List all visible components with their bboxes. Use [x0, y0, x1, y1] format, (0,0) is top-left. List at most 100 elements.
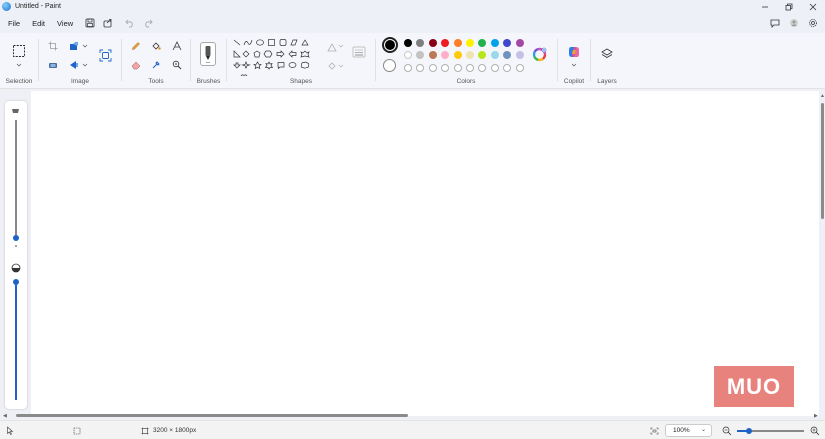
color-swatch[interactable] [466, 51, 474, 59]
save-button[interactable] [81, 15, 99, 31]
color-swatch[interactable] [428, 39, 437, 47]
size-slider-track[interactable] [15, 120, 17, 237]
background-removal-button[interactable] [46, 58, 60, 72]
color-swatch[interactable] [441, 39, 450, 47]
copilot-dropdown[interactable] [571, 62, 577, 68]
custom-color-slot[interactable] [404, 64, 412, 72]
oval-callout-shape-icon [288, 62, 297, 68]
custom-color-slot[interactable] [478, 64, 487, 72]
copilot-label: Copilot [563, 78, 585, 85]
color-picker-button[interactable] [149, 58, 163, 72]
custom-color-slot[interactable] [515, 64, 524, 72]
custom-color-slot[interactable] [428, 64, 437, 72]
resize-button[interactable] [67, 39, 81, 53]
color-swatch[interactable] [490, 39, 499, 47]
zoom-level-select[interactable]: 100% ⌄ [665, 424, 712, 437]
zoom-out-button[interactable] [722, 421, 732, 439]
horizontal-scroll-thumb[interactable] [16, 414, 408, 417]
shape-fill-button[interactable] [325, 59, 339, 73]
color-swatch[interactable] [453, 39, 462, 47]
zoom-slider-thumb[interactable] [746, 428, 752, 434]
zoom-slider[interactable] [737, 428, 804, 434]
color-swatch[interactable] [515, 51, 524, 59]
selection-size [73, 421, 81, 439]
feedback-icon [770, 19, 780, 28]
shape-outline-button[interactable] [325, 41, 339, 55]
secondary-color-swatch[interactable] [383, 59, 396, 72]
vertical-scroll-thumb[interactable] [821, 103, 824, 219]
selection-dropdown[interactable] [16, 62, 22, 68]
redo-button[interactable] [139, 15, 157, 31]
feedback-button[interactable] [767, 15, 783, 31]
line-shape-icon [233, 39, 241, 46]
eraser-button[interactable] [129, 58, 143, 72]
custom-color-slot[interactable] [441, 64, 450, 72]
scroll-left-icon[interactable]: ◀ [3, 413, 7, 419]
custom-color-slot[interactable] [416, 64, 425, 72]
undo-button[interactable] [121, 15, 139, 31]
color-swatch[interactable] [428, 51, 437, 59]
color-swatch[interactable] [404, 51, 412, 59]
color-swatch[interactable] [404, 39, 412, 47]
custom-color-slot[interactable] [490, 64, 499, 72]
shape-size-button[interactable] [351, 45, 367, 59]
zoom-in-button[interactable] [810, 421, 820, 439]
size-slider-thumb[interactable] [13, 235, 19, 241]
scroll-up-icon[interactable]: ▲ [820, 93, 825, 99]
share-button[interactable] [99, 15, 117, 31]
restore-button[interactable] [777, 0, 801, 13]
gear-icon [809, 19, 817, 27]
rounded-rectangle-shape-icon [279, 39, 287, 46]
account-button[interactable] [786, 15, 802, 31]
outline-dropdown[interactable] [338, 43, 344, 49]
rotate-button[interactable] [67, 58, 81, 72]
resize-dropdown[interactable] [82, 43, 88, 49]
layers-button[interactable] [600, 47, 614, 61]
scroll-right-icon[interactable]: ▶ [814, 413, 818, 419]
horizontal-scrollbar[interactable]: ◀ ▶ [0, 412, 825, 420]
shapes-gallery[interactable] [233, 39, 315, 77]
fill-dropdown[interactable] [338, 63, 344, 69]
edit-colors-button[interactable] [533, 47, 547, 61]
text-icon [172, 41, 182, 51]
selection-button[interactable] [11, 43, 27, 59]
selection-size-icon [73, 427, 81, 434]
color-swatch[interactable] [503, 51, 512, 59]
drawing-canvas[interactable] [31, 91, 819, 416]
restore-icon [785, 3, 793, 10]
pencil-button[interactable] [129, 39, 143, 53]
color-swatch[interactable] [453, 51, 462, 59]
color-swatch[interactable] [441, 51, 450, 59]
crop-button[interactable] [46, 39, 60, 53]
color-swatch[interactable] [478, 51, 487, 59]
magnifier-button[interactable] [170, 58, 184, 72]
color-swatch[interactable] [416, 51, 425, 59]
settings-button[interactable] [805, 15, 821, 31]
color-swatch[interactable] [416, 39, 425, 47]
text-button[interactable] [170, 39, 184, 53]
brushes-button[interactable] [200, 42, 216, 66]
color-swatch[interactable] [466, 39, 474, 47]
color-swatch[interactable] [478, 39, 487, 47]
menu-view[interactable]: View [51, 19, 79, 28]
color-swatch[interactable] [503, 39, 512, 47]
minimize-icon [762, 6, 768, 7]
menu-file[interactable]: File [2, 19, 26, 28]
minimize-button[interactable] [753, 0, 777, 13]
color-swatch[interactable] [490, 51, 499, 59]
fit-to-window-button[interactable] [650, 421, 659, 439]
fill-button[interactable] [149, 39, 163, 53]
rotate-dropdown[interactable] [82, 62, 88, 68]
menu-edit[interactable]: Edit [26, 19, 51, 28]
custom-color-slot[interactable] [453, 64, 462, 72]
copilot-button[interactable] [566, 44, 581, 59]
close-button[interactable] [801, 0, 825, 13]
primary-color-swatch[interactable] [382, 37, 398, 53]
opacity-slider-track[interactable] [15, 285, 17, 400]
custom-color-slot[interactable] [503, 64, 512, 72]
custom-color-slot[interactable] [466, 64, 474, 72]
image-generator-button[interactable] [98, 48, 112, 62]
color-swatch[interactable] [515, 39, 524, 47]
save-icon [85, 18, 95, 28]
vertical-scrollbar[interactable]: ▲ [819, 91, 825, 416]
